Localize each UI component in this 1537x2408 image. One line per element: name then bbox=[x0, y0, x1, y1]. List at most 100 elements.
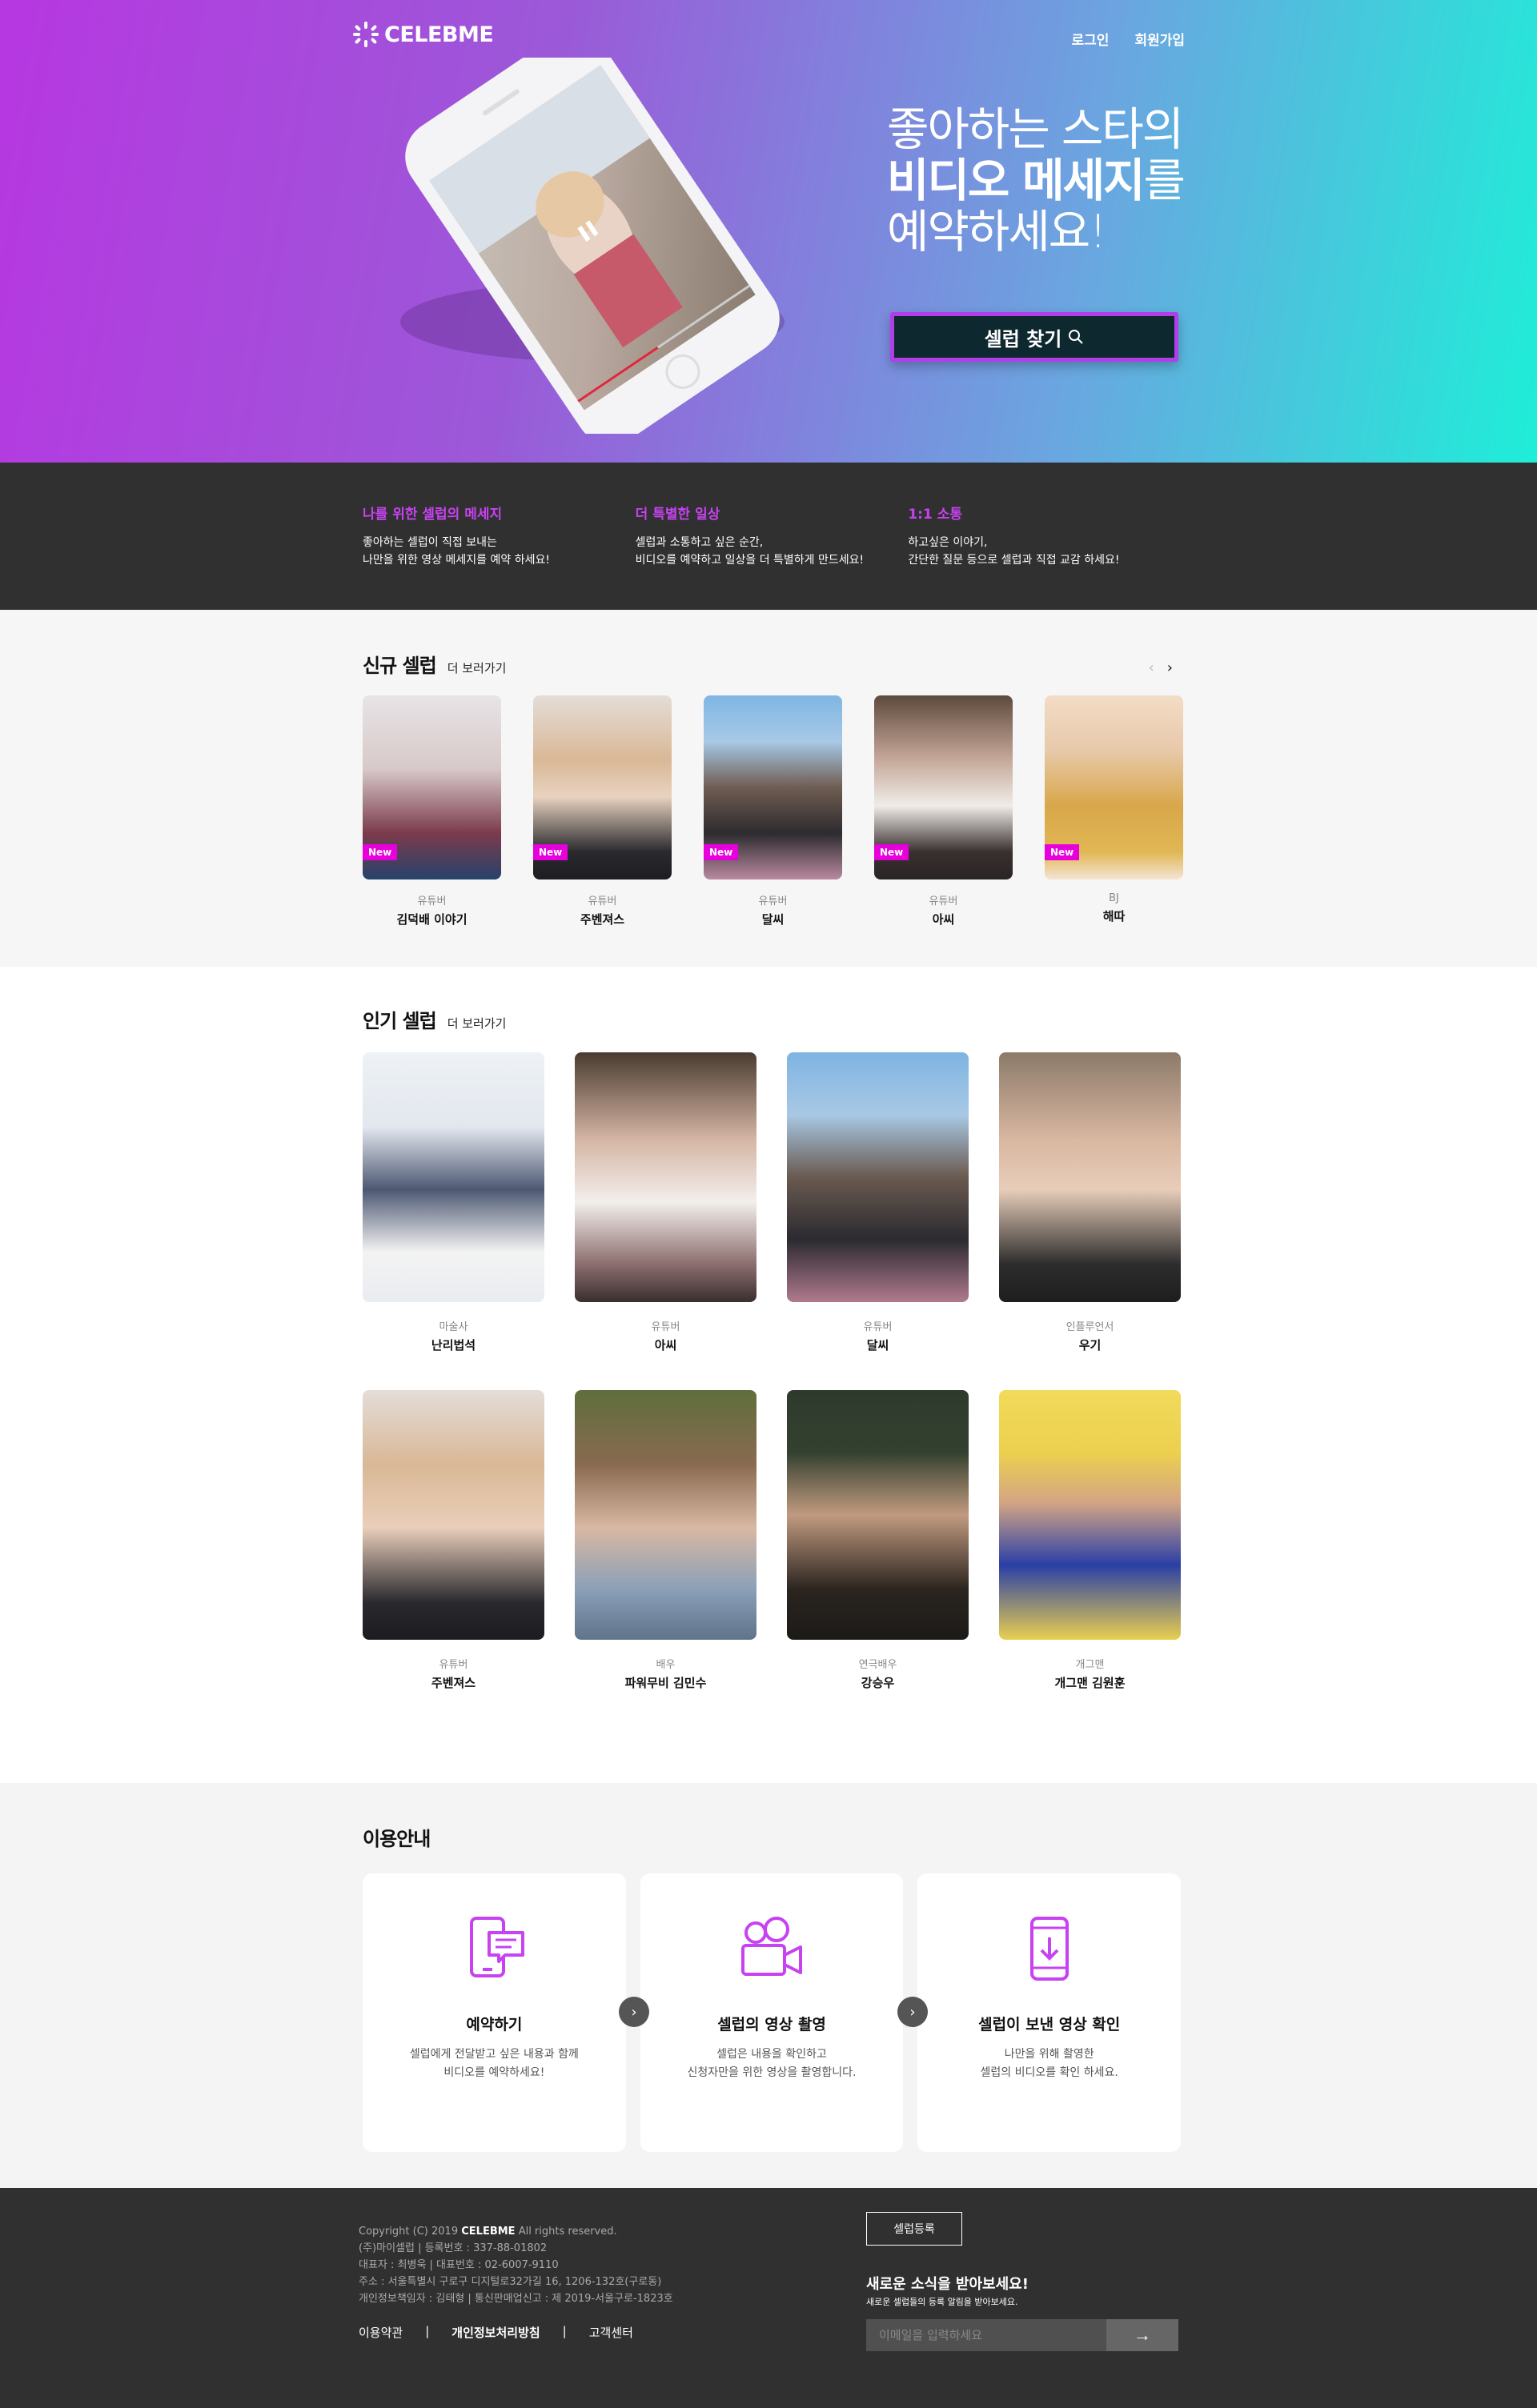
logo[interactable]: CELEBME bbox=[352, 21, 494, 48]
section-title: 신규 셀럽 bbox=[363, 655, 437, 677]
celeb-name: 아씨 bbox=[654, 1338, 677, 1352]
celeb-photo bbox=[999, 1390, 1181, 1640]
support-link[interactable]: 고객센터 bbox=[589, 2324, 633, 2341]
celeb-card[interactable]: 배우 파워무비 김민수 bbox=[575, 1390, 756, 1691]
celeb-category: 개그맨 bbox=[1075, 1659, 1105, 1671]
feature-title: 나를 위한 셀럽의 메세지 bbox=[363, 507, 503, 523]
company-address: 주소 : 서울특별시 구로구 디지털로32가길 16, 1206-132호(구로… bbox=[359, 2276, 662, 2288]
celeb-photo bbox=[999, 1052, 1181, 1302]
celeb-card[interactable]: New BJ 해따 bbox=[1045, 695, 1183, 928]
find-celeb-button[interactable]: 셀럽 찾기 bbox=[890, 312, 1178, 362]
newsletter-form: → bbox=[866, 2319, 1178, 2351]
celeb-category: 유튜버 bbox=[439, 1659, 468, 1671]
celeb-photo: New bbox=[704, 695, 842, 879]
celeb-card[interactable]: 유튜버 아씨 bbox=[575, 1052, 756, 1353]
feature-text-line1: 좋아하는 셀럽이 직접 보내는 bbox=[363, 536, 497, 549]
celeb-photo: New bbox=[1045, 695, 1183, 879]
headline-suffix: 를 bbox=[1143, 154, 1185, 207]
celeb-category: 유튜버 bbox=[588, 895, 617, 908]
logo-text: CELEBME bbox=[384, 22, 494, 47]
celeb-photo bbox=[787, 1390, 969, 1640]
feature-text-line2: 비디오를 예약하고 일상을 더 특별하게 만드세요! bbox=[635, 554, 865, 567]
hero-headline: 좋아하는 스타의 비디오 메세지를 예약하세요! bbox=[887, 104, 1186, 258]
celeb-card[interactable]: 개그맨 개그맨 김원훈 bbox=[999, 1390, 1181, 1691]
celeb-category: 마술사 bbox=[439, 1321, 468, 1333]
feature-title: 1:1 소통 bbox=[908, 507, 962, 523]
celeb-register-button[interactable]: 셀럽등록 bbox=[866, 2212, 962, 2246]
new-badge: New bbox=[533, 844, 568, 860]
celeb-category: 유튜버 bbox=[758, 895, 788, 908]
celeb-name: 달씨 bbox=[866, 1338, 889, 1352]
chevron-left-icon[interactable]: ‹ bbox=[1149, 659, 1154, 676]
copyright-brand: CELEBME bbox=[461, 2226, 516, 2238]
celeb-photo bbox=[575, 1390, 756, 1640]
guide-steps: 예약하기 셀럽에게 전달받고 싶은 내용과 함께 비디오를 예약하세요! 셀럽의… bbox=[363, 1873, 1182, 2152]
more-link[interactable]: 더 보러가기 bbox=[447, 1015, 507, 1032]
features-section: 나를 위한 셀럽의 메세지 좋아하는 셀럽이 직접 보내는 나만을 위한 영상 … bbox=[0, 463, 1537, 610]
celeb-category: 유튜버 bbox=[929, 895, 958, 908]
top-nav: 로그인 회원가입 bbox=[1072, 29, 1185, 49]
email-input[interactable] bbox=[866, 2319, 1106, 2351]
guide-step: 셀럽의 영상 촬영 셀럽은 내용을 확인하고 신청자만을 위한 영상을 촬영합니… bbox=[640, 1873, 904, 2152]
terms-link[interactable]: 이용약관 bbox=[359, 2324, 403, 2341]
copyright: Copyright (C) 2019 CELEBME All rights re… bbox=[359, 2223, 673, 2240]
celeb-category: BJ bbox=[1109, 892, 1119, 904]
video-camera-icon bbox=[741, 1917, 802, 1976]
guide-step: 셀럽이 보낸 영상 확인 나만을 위해 촬영한 셀럽의 비디오를 확인 하세요. bbox=[917, 1873, 1182, 2152]
new-badge: New bbox=[363, 844, 398, 860]
company-privacy: 개인정보책임자 : 김태형 | 통신판매업신고 : 제 2019-서울구로-18… bbox=[359, 2293, 673, 2305]
celeb-name: 개그맨 김원훈 bbox=[1054, 1676, 1126, 1690]
celeb-card[interactable]: 인플루언서 우기 bbox=[999, 1052, 1181, 1353]
celeb-photo bbox=[787, 1052, 969, 1302]
hero-section: CELEBME 로그인 회원가입 좋아하는 스타의 비디오 메세지를 예약하세요… bbox=[0, 0, 1537, 463]
phone-chat-icon bbox=[470, 1917, 525, 1977]
copyright-suffix: All rights reserved. bbox=[518, 2226, 617, 2238]
signup-link[interactable]: 회원가입 bbox=[1134, 29, 1185, 49]
celeb-card[interactable]: 마술사 난리법석 bbox=[363, 1052, 544, 1353]
celeb-card[interactable]: 유튜버 주벤져스 bbox=[363, 1390, 544, 1691]
new-celebs-list: New 유튜버 김덕배 이야기 New 유튜버 주벤져스 New 유튜버 달씨 bbox=[363, 695, 1183, 928]
new-badge: New bbox=[874, 844, 909, 860]
step-text-line1: 셀럽은 내용을 확인하고 bbox=[716, 2048, 827, 2061]
celeb-category: 유튜버 bbox=[863, 1321, 893, 1333]
celeb-photo bbox=[363, 1052, 544, 1302]
new-celebs-header: 신규 셀럽 더 보러가기 bbox=[363, 650, 1181, 678]
newsletter-submit-button[interactable]: → bbox=[1106, 2319, 1178, 2351]
new-celebs-section: 신규 셀럽 더 보러가기 ‹ › New 유튜버 김덕배 이야기 New 유튜버… bbox=[0, 610, 1537, 967]
step-text-line2: 신청자만을 위한 영상을 촬영합니다. bbox=[687, 2066, 857, 2079]
celeb-category: 유튜버 bbox=[651, 1321, 680, 1333]
celeb-card[interactable]: New 유튜버 달씨 bbox=[704, 695, 842, 928]
celeb-name: 우기 bbox=[1078, 1338, 1102, 1352]
celeb-card[interactable]: New 유튜버 김덕배 이야기 bbox=[363, 695, 501, 928]
section-title: 인기 셀럽 bbox=[363, 1010, 437, 1032]
celeb-card[interactable]: New 유튜버 주벤져스 bbox=[533, 695, 672, 928]
celeb-card[interactable]: New 유튜버 아씨 bbox=[874, 695, 1013, 928]
footer-links: 이용약관 | 개인정보처리방침 | 고객센터 bbox=[359, 2324, 633, 2341]
login-link[interactable]: 로그인 bbox=[1072, 29, 1110, 49]
feature-text-line2: 나만을 위한 영상 메세지를 예약 하세요! bbox=[363, 554, 550, 567]
celeb-card[interactable]: 연극배우 강승우 bbox=[787, 1390, 969, 1691]
guide-section: 이용안내 예약하기 셀럽에게 전달받고 싶은 내용과 함께 비디오를 예약하세요… bbox=[0, 1783, 1537, 2188]
step-title: 셀럽이 보낸 영상 확인 bbox=[978, 2016, 1121, 2033]
feature-item: 더 특별한 일상 셀럽과 소통하고 싶은 순간, 비디오를 예약하고 일상을 더… bbox=[636, 503, 909, 569]
celeb-category: 유튜버 bbox=[417, 895, 447, 908]
company-registration: (주)마이셀럽 | 등록번호 : 337-88-01802 bbox=[359, 2242, 548, 2254]
company-ceo: 대표자 : 최병욱 | 대표번호 : 02-6007-9110 bbox=[359, 2259, 559, 2271]
step-text-line2: 셀럽의 비디오를 확인 하세요. bbox=[980, 2066, 1118, 2079]
celeb-name: 아씨 bbox=[932, 912, 955, 927]
privacy-policy-link[interactable]: 개인정보처리방침 bbox=[451, 2324, 540, 2341]
headline-bold: 비디오 메세지 bbox=[887, 154, 1145, 207]
popular-celebs-header: 인기 셀럽 더 보러가기 bbox=[363, 1005, 1181, 1033]
celeb-photo bbox=[363, 1390, 544, 1640]
chevron-right-icon[interactable]: › bbox=[1167, 659, 1173, 676]
header: CELEBME 로그인 회원가입 bbox=[352, 21, 1185, 53]
celeb-name: 주벤져스 bbox=[580, 912, 625, 927]
celeb-name: 난리법석 bbox=[431, 1338, 476, 1352]
feature-text-line1: 셀럽과 소통하고 싶은 순간, bbox=[635, 536, 764, 549]
feature-text-line1: 하고싶은 이야기, bbox=[908, 536, 988, 549]
more-link[interactable]: 더 보러가기 bbox=[447, 659, 507, 676]
celeb-card[interactable]: 유튜버 달씨 bbox=[787, 1052, 969, 1353]
arrow-right-icon: → bbox=[1134, 2325, 1151, 2345]
celeb-category: 배우 bbox=[656, 1659, 676, 1671]
section-title: 이용안내 bbox=[363, 1828, 431, 1850]
